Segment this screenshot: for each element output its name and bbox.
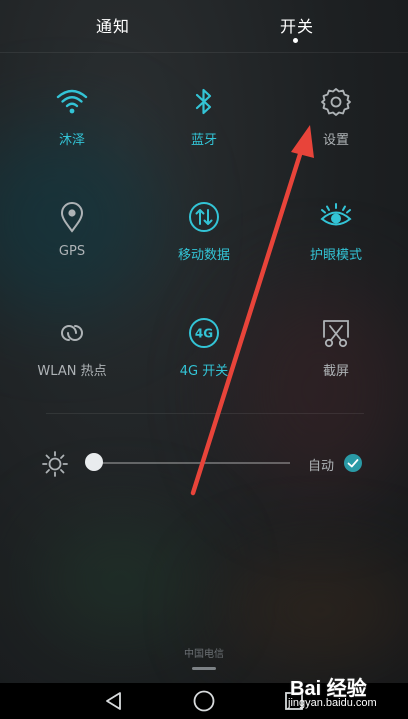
- toggle-gps[interactable]: GPS: [7, 200, 137, 290]
- screenshot-icon: [323, 320, 349, 348]
- wifi-icon: [56, 89, 88, 114]
- toggle-bluetooth[interactable]: 蓝牙: [139, 85, 269, 175]
- 4g-icon: 4G: [189, 318, 219, 348]
- toggle-label: WLAN 热点: [37, 364, 107, 379]
- tab-switches[interactable]: 开关: [280, 13, 314, 37]
- active-tab-indicator: [293, 38, 298, 43]
- quick-settings-screen: 通知 开关 沐泽 蓝牙 设置 GPS 移动数据 护眼模式 WLAN 热点 4G …: [0, 0, 408, 719]
- shade-tabs: 通知 开关: [0, 0, 408, 53]
- toggle-screenshot[interactable]: 截屏: [271, 316, 401, 406]
- sun-icon: [42, 451, 68, 477]
- toggle-label: 沐泽: [58, 133, 85, 148]
- location-pin-icon: [60, 202, 84, 233]
- toggle-label: 4G 开关: [179, 364, 229, 379]
- toggle-mobile-data[interactable]: 移动数据: [139, 200, 269, 290]
- background-blur: [40, 520, 200, 640]
- svg-text:4G: 4G: [195, 327, 213, 341]
- auto-brightness-label: 自动: [308, 459, 335, 474]
- toggle-label: 护眼模式: [309, 248, 362, 263]
- toggle-label: 截屏: [322, 364, 349, 379]
- toggle-wlan-hotspot[interactable]: WLAN 热点: [7, 316, 137, 406]
- baidu-watermark: Bai 经验 jingyan.baidu.com: [282, 668, 398, 714]
- toggle-label: GPS: [58, 244, 86, 259]
- toggle-label: 设置: [322, 133, 349, 148]
- toggle-label: 蓝牙: [190, 133, 217, 148]
- toggle-label: 移动数据: [177, 248, 230, 263]
- toggle-4g[interactable]: 4G 4G 开关: [139, 316, 269, 406]
- auto-brightness-checkbox[interactable]: [344, 454, 362, 472]
- hotspot-icon: [61, 325, 83, 341]
- carrier-name: 中国电信: [184, 649, 224, 660]
- drag-handle[interactable]: [192, 667, 216, 670]
- checkmark-icon: [347, 459, 359, 468]
- toggle-eye-care[interactable]: 护眼模式: [271, 200, 401, 290]
- toggle-wifi[interactable]: 沐泽: [7, 85, 137, 175]
- brightness-slider-thumb[interactable]: [85, 453, 103, 471]
- home-icon[interactable]: [192, 689, 216, 713]
- tab-notifications[interactable]: 通知: [96, 13, 130, 37]
- toggle-settings[interactable]: 设置: [271, 85, 401, 175]
- mobile-data-icon: [189, 202, 219, 232]
- watermark-site: jingyan.baidu.com: [288, 697, 377, 709]
- gear-icon: [321, 88, 351, 116]
- back-icon[interactable]: [102, 689, 126, 713]
- section-divider: [46, 413, 364, 414]
- bluetooth-icon: [195, 88, 212, 115]
- eye-icon: [320, 203, 352, 226]
- brightness-slider-track[interactable]: [94, 462, 290, 464]
